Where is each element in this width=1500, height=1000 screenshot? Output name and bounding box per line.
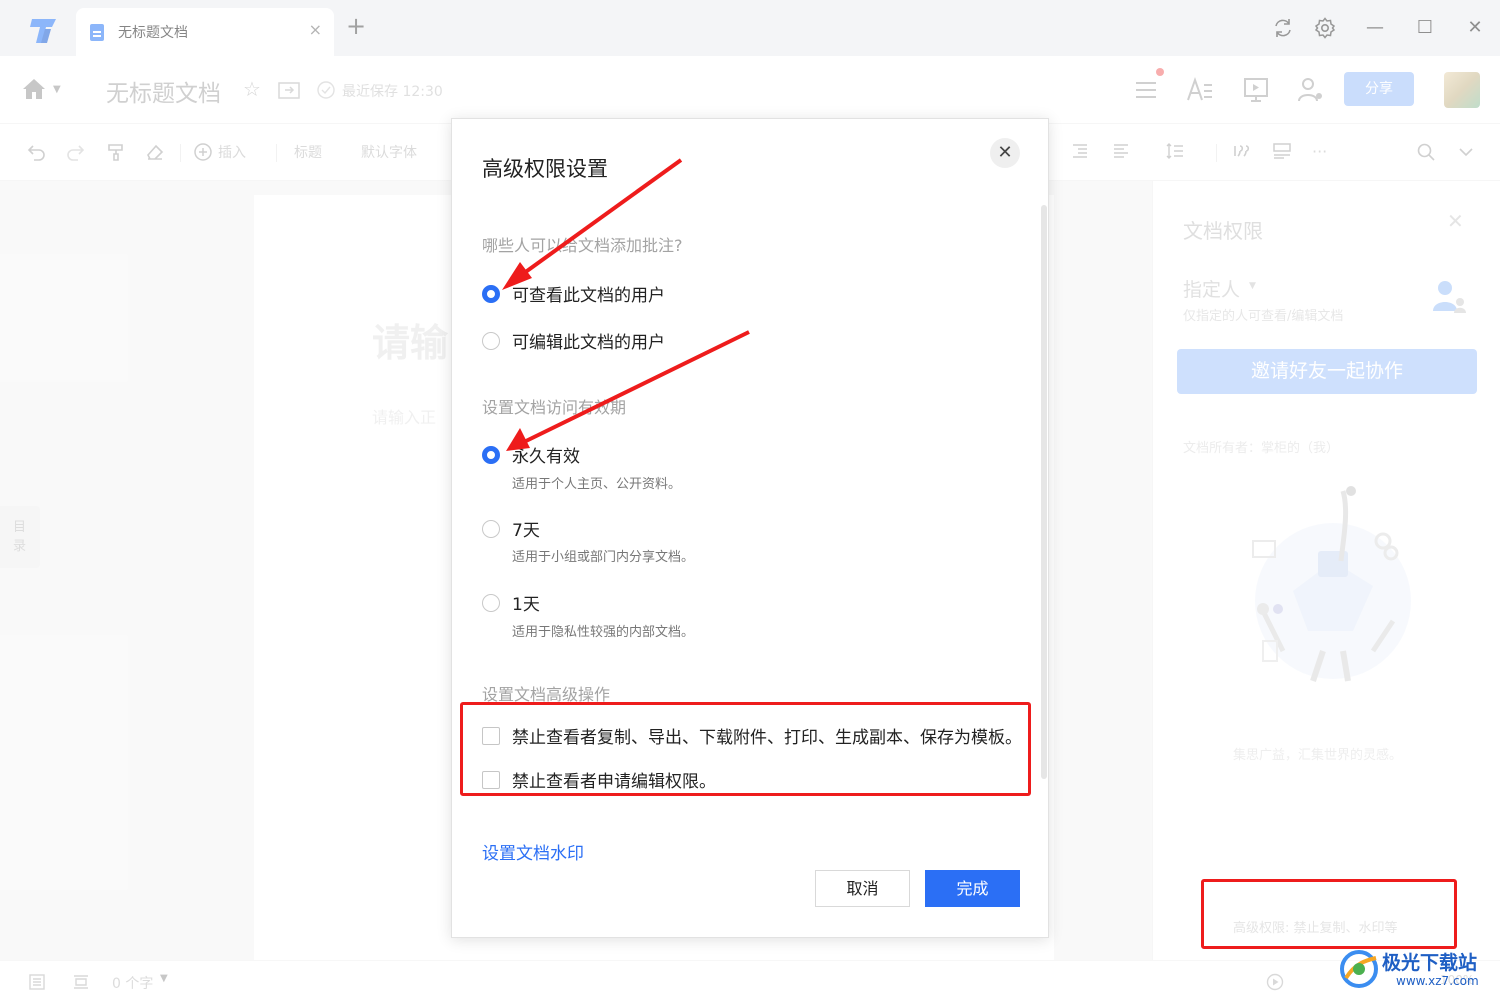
option-description: 适用于隐私性较强的内部文档。 [512, 625, 695, 640]
radio-unselected[interactable] [482, 332, 500, 350]
site-name: 极光下载站 [1382, 952, 1478, 974]
comment-section-label: 哪些人可以给文档添加批注? [482, 236, 683, 255]
option-label: 1天 [512, 595, 540, 615]
done-button[interactable]: 完成 [925, 870, 1020, 907]
site-logo-icon [1340, 950, 1378, 988]
option-description: 适用于小组或部门内分享文档。 [512, 550, 695, 565]
option-label: 可查看此文档的用户 [512, 286, 665, 306]
radio-unselected[interactable] [482, 520, 500, 538]
option-description: 适用于个人主页、公开资料。 [512, 477, 682, 492]
radio-selected[interactable] [482, 285, 500, 303]
option-label: 可编辑此文档的用户 [512, 333, 665, 353]
annotation-box-advanced-options [460, 702, 1031, 796]
radio-selected[interactable] [482, 446, 500, 464]
option-label: 永久有效 [512, 447, 580, 467]
site-url: www.xz7.com [1396, 974, 1479, 988]
radio-unselected[interactable] [482, 594, 500, 612]
watermark-settings-link[interactable]: 设置文档水印 [482, 839, 584, 864]
option-label: 7天 [512, 521, 540, 541]
expiry-section-label: 设置文档访问有效期 [482, 398, 627, 417]
dialog-title: 高级权限设置 [482, 157, 608, 181]
advanced-permission-dialog: 高级权限设置 ✕ 哪些人可以给文档添加批注? 可查看此文档的用户 可编辑此文档的… [451, 118, 1049, 938]
annotation-box-advanced-text [1201, 879, 1457, 949]
dialog-close-icon[interactable]: ✕ [990, 138, 1020, 168]
site-watermark: 极光下载站 www.xz7.com [1338, 944, 1498, 996]
cancel-button[interactable]: 取消 [815, 870, 910, 907]
dialog-scrollbar[interactable] [1041, 205, 1047, 779]
